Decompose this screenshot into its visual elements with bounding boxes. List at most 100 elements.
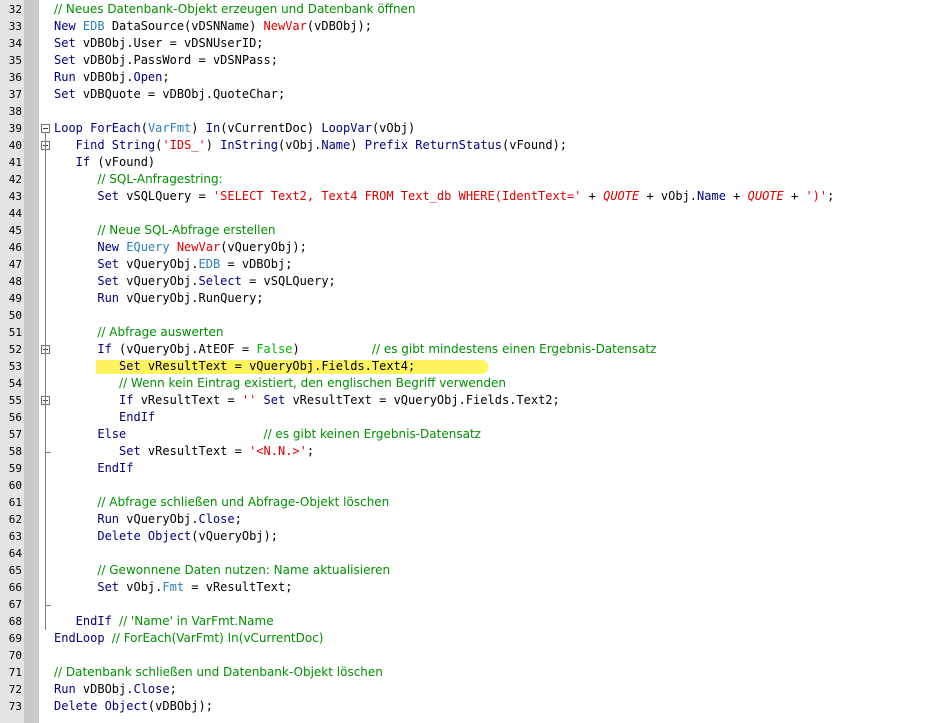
code-text[interactable]: Set vResultText = vQueryObj.Fields.Text4… [54, 358, 415, 375]
line-number: 48 [8, 275, 22, 288]
code-line[interactable]: 53 Set vResultText = vQueryObj.Fields.Te… [0, 358, 927, 375]
code-line[interactable]: 49 Run vQueryObj.RunQuery; [0, 290, 927, 307]
code-token: // Abfrage auswerten [97, 325, 224, 339]
code-text[interactable]: Else // es gibt keinen Ergebnis-Datensat… [54, 426, 481, 443]
code-line[interactable]: 65 // Gewonnene Daten nutzen: Name aktua… [0, 562, 927, 579]
code-text[interactable]: // Abfrage auswerten [54, 324, 223, 341]
code-text[interactable]: // Neue SQL-Abfrage erstellen [54, 222, 275, 239]
code-text[interactable]: EndIf [54, 460, 133, 477]
code-line[interactable]: 58 Set vResultText = '<N.N.>'; [0, 443, 927, 460]
line-number: 45 [8, 224, 22, 237]
code-token: = vResultText; [184, 580, 293, 594]
code-text[interactable]: // Gewonnene Daten nutzen: Name aktualis… [54, 562, 390, 579]
line-number: 64 [8, 547, 22, 560]
code-text[interactable]: Set vObj.Fmt = vResultText; [54, 579, 292, 596]
code-text[interactable]: EndIf // 'Name' in VarFmt.Name [54, 613, 274, 630]
code-token: In [205, 121, 221, 135]
code-line[interactable]: 61 // Abfrage schließen und Abfrage-Obje… [0, 494, 927, 511]
code-line[interactable]: 50 [0, 307, 927, 324]
code-line[interactable]: 62 Run vQueryObj.Close; [0, 511, 927, 528]
code-line[interactable]: 33 New EDB DataSource(vDSNName) NewVar(vD… [0, 18, 927, 35]
line-number: 49 [8, 292, 22, 305]
code-line[interactable]: 41 If (vFound) [0, 154, 927, 171]
code-line[interactable]: 40 Find String('IDS_') InString(vObj.Nam… [0, 137, 927, 154]
code-line[interactable]: 43 Set vSQLQuery = 'SELECT Text2, Text4 … [0, 188, 927, 205]
code-line[interactable]: 67 [0, 596, 927, 613]
code-token: Run [54, 512, 127, 526]
code-text[interactable]: Set vDBObj.PassWord = vDSNPass; [54, 52, 278, 69]
code-line[interactable]: 68 EndIf // 'Name' in VarFmt.Name [0, 613, 927, 630]
code-line[interactable]: 46 New EQuery NewVar(vQueryObj); [0, 239, 927, 256]
code-line[interactable]: 35 Set vDBObj.PassWord = vDSNPass; [0, 52, 927, 69]
code-text[interactable]: EndIf [54, 409, 155, 426]
code-text[interactable]: // Wenn kein Eintrag existiert, den engl… [54, 375, 506, 392]
code-text[interactable]: EndLoop // ForEach(VarFmt) In(vCurrentDo… [54, 630, 323, 647]
code-line[interactable]: 56 EndIf [0, 409, 927, 426]
code-line[interactable]: 36 Run vDBObj.Open; [0, 69, 927, 86]
code-text[interactable]: Set vDBObj.User = vDSNUserID; [54, 35, 264, 52]
code-line[interactable]: 69 EndLoop // ForEach(VarFmt) In(vCurrent… [0, 630, 927, 647]
code-token: (vDBObj); [306, 19, 372, 33]
code-line[interactable]: 51 // Abfrage auswerten [0, 324, 927, 341]
code-token: // Gewonnene Daten nutzen: Name aktualis… [97, 563, 391, 577]
code-text[interactable]: Delete Object(vQueryObj); [54, 528, 278, 545]
code-text[interactable]: Set vDBQuote = vDBObj.QuoteChar; [54, 86, 285, 103]
code-line[interactable]: 66 Set vObj.Fmt = vResultText; [0, 579, 927, 596]
code-line[interactable]: 70 [0, 647, 927, 664]
code-text[interactable]: Loop ForEach(VarFmt) In(vCurrentDoc) Loo… [54, 120, 415, 137]
code-line[interactable]: 48 Set vQueryObj.Select = vSQLQuery; [0, 273, 927, 290]
code-text[interactable]: Run vDBObj.Open; [54, 69, 170, 86]
code-text[interactable]: Delete Object(vDBObj); [54, 698, 213, 715]
code-line[interactable]: 55 If vResultText = '' Set vResultText =… [0, 392, 927, 409]
code-token: New [54, 19, 83, 33]
code-text[interactable]: // Datenbank schließen und Datenbank-Obj… [54, 664, 383, 681]
code-line[interactable]: 63 Delete Object(vQueryObj); [0, 528, 927, 545]
code-line[interactable]: 39 Loop ForEach(VarFmt) In(vCurrentDoc) L… [0, 120, 927, 137]
code-text[interactable]: If (vFound) [54, 154, 155, 171]
code-token: vResultText = [140, 393, 242, 407]
code-line[interactable]: 52 If (vQueryObj.AtEOF = False) // es gi… [0, 341, 927, 358]
code-text[interactable]: If (vQueryObj.AtEOF = False) // es gibt … [54, 341, 656, 358]
code-text[interactable]: // Neues Datenbank-Objekt erzeugen und D… [54, 1, 416, 18]
code-text[interactable]: Run vDBObj.Close; [54, 681, 177, 698]
code-line[interactable]: 45 // Neue SQL-Abfrage erstellen [0, 222, 927, 239]
code-token: Delete Object [54, 699, 148, 713]
code-line[interactable]: 54 // Wenn kein Eintrag existiert, den e… [0, 375, 927, 392]
code-text[interactable]: New EDB DataSource(vDSNName) NewVar(vDBO… [54, 18, 372, 35]
code-line[interactable]: 60 [0, 477, 927, 494]
line-number: 36 [8, 71, 22, 84]
code-token: NewVar [263, 19, 307, 33]
code-token: Set [54, 257, 127, 271]
code-editor[interactable]: 32 // Neues Datenbank-Objekt erzeugen und… [0, 0, 927, 723]
code-text[interactable]: // Abfrage schließen und Abfrage-Objekt … [54, 494, 389, 511]
code-text[interactable]: Find String('IDS_') InString(vObj.Name) … [54, 137, 567, 154]
code-token: // 'Name' in VarFmt.Name [119, 614, 274, 628]
code-token: (vFound); [502, 138, 568, 152]
code-line[interactable]: 38 [0, 103, 927, 120]
code-line[interactable]: 34 Set vDBObj.User = vDSNUserID; [0, 35, 927, 52]
code-text[interactable]: Set vResultText = '<N.N.>'; [54, 443, 314, 460]
code-line[interactable]: 57 Else // es gibt keinen Ergebnis-Daten… [0, 426, 927, 443]
code-text[interactable]: Run vQueryObj.Close; [54, 511, 242, 528]
code-line[interactable]: 47 Set vQueryObj.EDB = vDBObj; [0, 256, 927, 273]
code-text[interactable]: Set vQueryObj.EDB = vDBObj; [54, 256, 292, 273]
code-token: NewVar [176, 240, 221, 254]
code-line[interactable]: 32 // Neues Datenbank-Objekt erzeugen und… [0, 1, 927, 18]
code-text[interactable]: If vResultText = '' Set vResultText = vQ… [54, 392, 560, 409]
code-text[interactable]: New EQuery NewVar(vQueryObj); [54, 239, 307, 256]
code-line[interactable]: 64 [0, 545, 927, 562]
code-line[interactable]: 37 Set vDBQuote = vDBObj.QuoteChar; [0, 86, 927, 103]
code-text[interactable]: Set vSQLQuery = 'SELECT Text2, Text4 FRO… [54, 188, 834, 205]
code-line[interactable]: 42 // SQL-Anfragestring: [0, 171, 927, 188]
code-token: + [783, 189, 806, 203]
code-line[interactable]: 71 // Datenbank schließen und Datenbank-O… [0, 664, 927, 681]
code-text[interactable]: Set vQueryObj.Select = vSQLQuery; [54, 273, 335, 290]
code-token: (vObj) [371, 121, 416, 135]
code-text[interactable]: // SQL-Anfragestring: [54, 171, 222, 188]
code-text[interactable]: Run vQueryObj.RunQuery; [54, 290, 263, 307]
code-line[interactable]: 44 [0, 205, 927, 222]
code-line[interactable]: 73 Delete Object(vDBObj); [0, 698, 927, 715]
code-line[interactable]: 59 EndIf [0, 460, 927, 477]
code-line[interactable]: 72 Run vDBObj.Close; [0, 681, 927, 698]
